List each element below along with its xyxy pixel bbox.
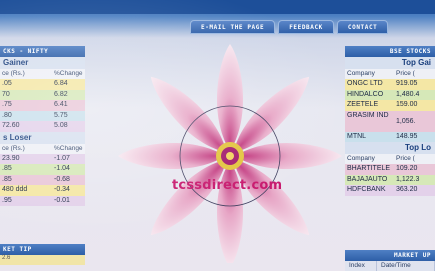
table-row[interactable]: ONGC LTD 919.05 — [345, 79, 435, 90]
tab-email-page[interactable]: E-MAIL THE PAGE — [190, 20, 276, 34]
market-tip-value: 2.6 — [0, 255, 85, 265]
table-row[interactable]: .95 -0.01 — [0, 195, 85, 206]
market-tip-panel: KET TIP 2.6 — [0, 244, 85, 265]
table-row[interactable]: MTNL 148.95 — [345, 131, 435, 142]
panel-header: MARKET UP — [345, 250, 435, 261]
tab-contact[interactable]: CONTACT — [336, 20, 389, 34]
top-nav-tabs: E-MAIL THE PAGE FEEDBACK CONTACT — [190, 20, 391, 34]
tab-feedback[interactable]: FEEDBACK — [278, 20, 334, 34]
losers-title: Top Lo — [345, 142, 435, 154]
market-update-column-headers: Index Date/Time — [345, 261, 435, 271]
top-strip — [0, 0, 435, 14]
nifty-stocks-panel: CKS - NIFTY Gainer ce (Rs.) %Change .05 6… — [0, 46, 85, 206]
table-row[interactable]: .80 5.75 — [0, 110, 85, 121]
table-row[interactable]: .85 -0.68 — [0, 174, 85, 185]
gainers-column-headers: Company Price ( — [345, 69, 435, 79]
table-row[interactable]: BAJAJAUTO 1,122.3 — [345, 174, 435, 185]
table-row[interactable]: 70 6.82 — [0, 89, 85, 100]
col-price: ce (Rs.) — [2, 144, 25, 152]
panel-header: CKS - NIFTY — [0, 46, 85, 57]
table-row[interactable]: .85 -1.04 — [0, 164, 85, 175]
col-change: %Change — [54, 144, 83, 152]
table-row[interactable]: .75 6.41 — [0, 100, 85, 111]
table-row[interactable]: GRASIM IND 1,056. — [345, 110, 435, 132]
losers-title: s Loser — [0, 131, 85, 144]
table-row[interactable]: ZEETELE 159.00 — [345, 100, 435, 111]
col-price: Price ( — [396, 70, 415, 77]
col-company: Company — [347, 70, 375, 77]
gainers-title: Gainer — [0, 57, 85, 69]
gainers-column-headers: ce (Rs.) %Change — [0, 69, 85, 79]
col-change: %Change — [54, 70, 83, 77]
losers-column-headers: ce (Rs.) %Change — [0, 143, 85, 154]
losers-column-headers: Company Price ( — [345, 154, 435, 164]
page: E-MAIL THE PAGE FEEDBACK CONTACT tcssdir… — [0, 0, 435, 271]
table-row[interactable]: HDFCBANK 363.20 — [345, 185, 435, 196]
col-index: Index — [345, 261, 377, 271]
bse-stocks-panel: BSE STOCKS Top Gai Company Price ( ONGC … — [345, 46, 435, 196]
market-update-panel: MARKET UP Index Date/Time — [345, 250, 435, 271]
col-price: ce (Rs.) — [2, 70, 25, 77]
panel-header: KET TIP — [0, 244, 85, 255]
panel-header: BSE STOCKS — [345, 46, 435, 57]
table-row[interactable]: BHARTITELE 109.20 — [345, 164, 435, 175]
site-logo-text: tcssdirect.com — [172, 178, 283, 193]
gainers-title: Top Gai — [345, 57, 435, 69]
col-price: Price ( — [396, 155, 415, 162]
table-row[interactable]: .05 6.84 — [0, 79, 85, 90]
col-company: Company — [347, 155, 375, 162]
col-date-time: Date/Time — [377, 261, 435, 271]
table-row[interactable]: 72.60 5.08 — [0, 121, 85, 132]
lotus-flower-image — [118, 44, 342, 263]
table-row[interactable]: 23.90 -1.07 — [0, 153, 85, 164]
table-row[interactable]: 480 ddd -0.34 — [0, 185, 85, 196]
table-row[interactable]: HINDALCO 1,480.4 — [345, 89, 435, 100]
